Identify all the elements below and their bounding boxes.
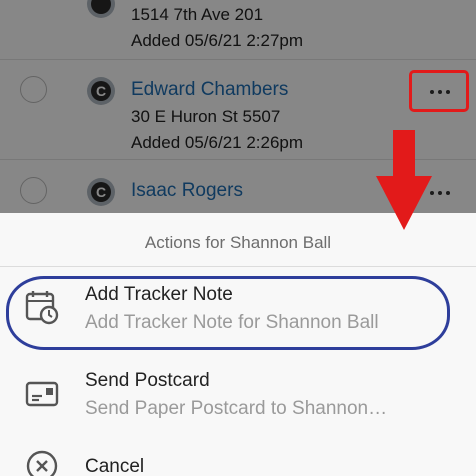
action-subtitle: Send Paper Postcard to Shannon… [85,398,388,419]
annotation-highlight-box [409,70,469,112]
annotation-highlight-ellipse [6,276,450,350]
action-sheet-title: Actions for Shannon Ball [144,233,332,252]
red-arrow-icon [376,130,432,230]
action-title: Cancel [85,456,145,476]
action-title: Send Postcard [85,370,210,391]
postcard-icon [25,381,59,407]
cancel-icon [26,450,58,476]
divider [0,266,476,267]
